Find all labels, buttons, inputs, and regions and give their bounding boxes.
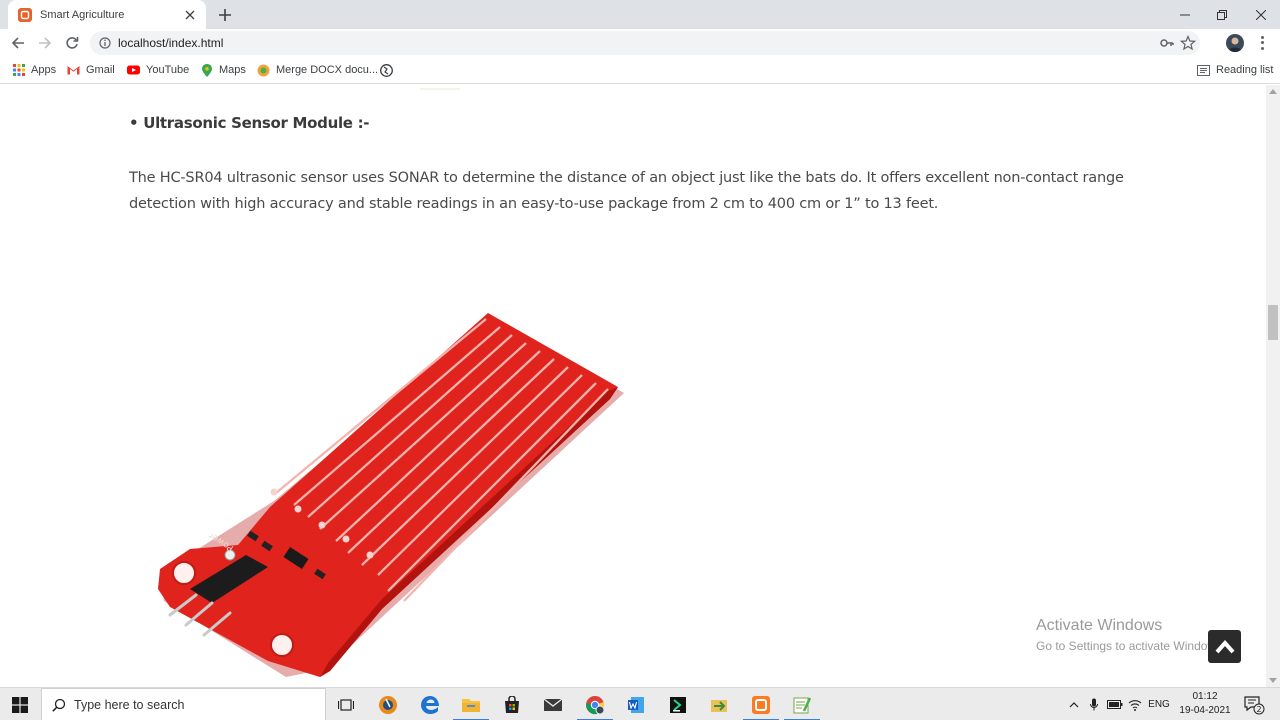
xampp-taskbar-icon[interactable]: [741, 688, 781, 720]
new-tab-button[interactable]: [216, 6, 234, 24]
wifi-icon[interactable]: [1126, 688, 1144, 720]
reading-list-button[interactable]: Reading list: [1197, 62, 1273, 78]
chevron-up-icon: [1215, 639, 1234, 653]
notepad-plus-plus-icon[interactable]: [782, 688, 822, 720]
windows-taskbar: Type here to search ENG 01:12 19-04-2021…: [0, 687, 1280, 720]
apps-grid-icon: [12, 64, 25, 77]
windows-start-button[interactable]: [0, 688, 40, 720]
show-hidden-icons-chevron[interactable]: [1066, 688, 1082, 720]
activate-title: Activate Windows: [1036, 617, 1163, 634]
file-explorer-icon[interactable]: [451, 688, 491, 720]
scroll-down-arrow[interactable]: [1269, 678, 1277, 683]
pycharm-icon[interactable]: [658, 688, 698, 720]
bookmark-maps[interactable]: Maps: [200, 62, 246, 78]
clock-time: 01:12: [1192, 691, 1218, 702]
paragraph-line-2: detection with high accuracy and stable …: [129, 196, 939, 212]
clock-date: 19-04-2021: [1179, 705, 1231, 716]
scroll-to-top-button[interactable]: [1208, 630, 1241, 663]
scroll-up-arrow[interactable]: [1269, 89, 1277, 94]
bookmark-youtube[interactable]: YouTube: [127, 62, 189, 78]
url-text: localhost/index.html: [118, 36, 224, 50]
site-info-icon[interactable]: [98, 36, 112, 50]
address-bar[interactable]: localhost/index.html: [90, 31, 1200, 55]
bookmark-gmail[interactable]: Gmail: [67, 62, 115, 78]
language-indicator[interactable]: ENG: [1146, 688, 1172, 720]
close-tab-icon[interactable]: [182, 7, 198, 23]
windows-logo-icon: [12, 696, 28, 713]
bookmark-globe[interactable]: [380, 62, 399, 78]
activate-windows-watermark: Activate Windows Go to Settings to activ…: [1036, 617, 1225, 653]
xampp-icon: [18, 7, 32, 22]
microphone-icon[interactable]: [1086, 688, 1102, 720]
restore-icon[interactable]: [1203, 0, 1241, 29]
minimize-icon[interactable]: [1166, 0, 1204, 29]
chrome-icon[interactable]: [575, 688, 615, 720]
gmail-icon: [67, 64, 80, 77]
menu-kebab-icon[interactable]: [1256, 35, 1268, 51]
back-icon[interactable]: [8, 33, 28, 53]
battery-icon[interactable]: [1105, 688, 1125, 720]
reload-icon[interactable]: [62, 33, 82, 53]
vertical-scrollbar[interactable]: [1266, 85, 1280, 687]
section-paragraph: The HC-SR04 ultrasonic sensor uses SONAR…: [129, 165, 1129, 217]
task-view-icon[interactable]: [326, 688, 366, 720]
paragraph-line-1: The HC-SR04 ultrasonic sensor uses SONAR…: [129, 170, 1124, 186]
microsoft-store-icon[interactable]: [492, 688, 532, 720]
scrollbar-thumb[interactable]: [1268, 305, 1278, 340]
notification-count: 2: [1256, 705, 1261, 714]
tab-strip: Smart Agriculture: [0, 0, 1280, 29]
mail-icon[interactable]: [533, 688, 573, 720]
close-window-icon[interactable]: [1242, 0, 1280, 29]
bookmark-merge-docx[interactable]: Merge DOCX docu...: [257, 62, 378, 78]
bookmark-label: Gmail: [86, 64, 115, 76]
globe-icon: [380, 63, 393, 77]
bookmark-label: Merge DOCX docu...: [276, 64, 379, 76]
youtube-icon: [127, 64, 140, 77]
word-icon[interactable]: [616, 688, 656, 720]
tab-smart-agriculture[interactable]: Smart Agriculture: [8, 0, 206, 29]
activate-subtitle: Go to Settings to activate Windows.: [1036, 639, 1226, 653]
key-icon[interactable]: [1160, 36, 1174, 50]
sensor-image-remnant: [420, 88, 460, 90]
edge-icon[interactable]: [410, 688, 450, 720]
page-viewport: • Ultrasonic Sensor Module :- The HC-SR0…: [0, 85, 1266, 687]
tab-title: Smart Agriculture: [40, 8, 125, 21]
notification-center-icon[interactable]: 2: [1243, 694, 1265, 716]
bookmark-label: Maps: [219, 64, 246, 76]
bookmark-apps[interactable]: Apps: [12, 62, 56, 78]
search-placeholder: Type here to search: [74, 697, 185, 712]
app-arrow-icon[interactable]: [699, 688, 739, 720]
merge-docx-icon: [257, 64, 270, 77]
maps-icon: [200, 63, 213, 77]
water-level-sensor-image: Power: [158, 313, 624, 677]
reading-list-icon: [1197, 64, 1210, 77]
forward-icon[interactable]: [35, 33, 55, 53]
profile-avatar[interactable]: [1226, 34, 1244, 52]
section-heading: • Ultrasonic Sensor Module :-: [129, 114, 370, 132]
taskbar-clock[interactable]: 01:12 19-04-2021: [1176, 690, 1234, 718]
bookmark-star-icon[interactable]: [1179, 34, 1197, 51]
bookmarks-bar: Apps Gmail YouTube Maps Merge DOCX docu.…: [0, 57, 1280, 84]
reading-list-label: Reading list: [1216, 64, 1274, 76]
taskbar-search-box[interactable]: Type here to search: [41, 688, 326, 720]
blender-icon[interactable]: [368, 688, 408, 720]
browser-toolbar: localhost/index.html: [0, 29, 1280, 57]
bookmark-label: Apps: [31, 64, 57, 76]
bookmark-label: YouTube: [146, 64, 190, 76]
search-icon: [52, 698, 66, 712]
